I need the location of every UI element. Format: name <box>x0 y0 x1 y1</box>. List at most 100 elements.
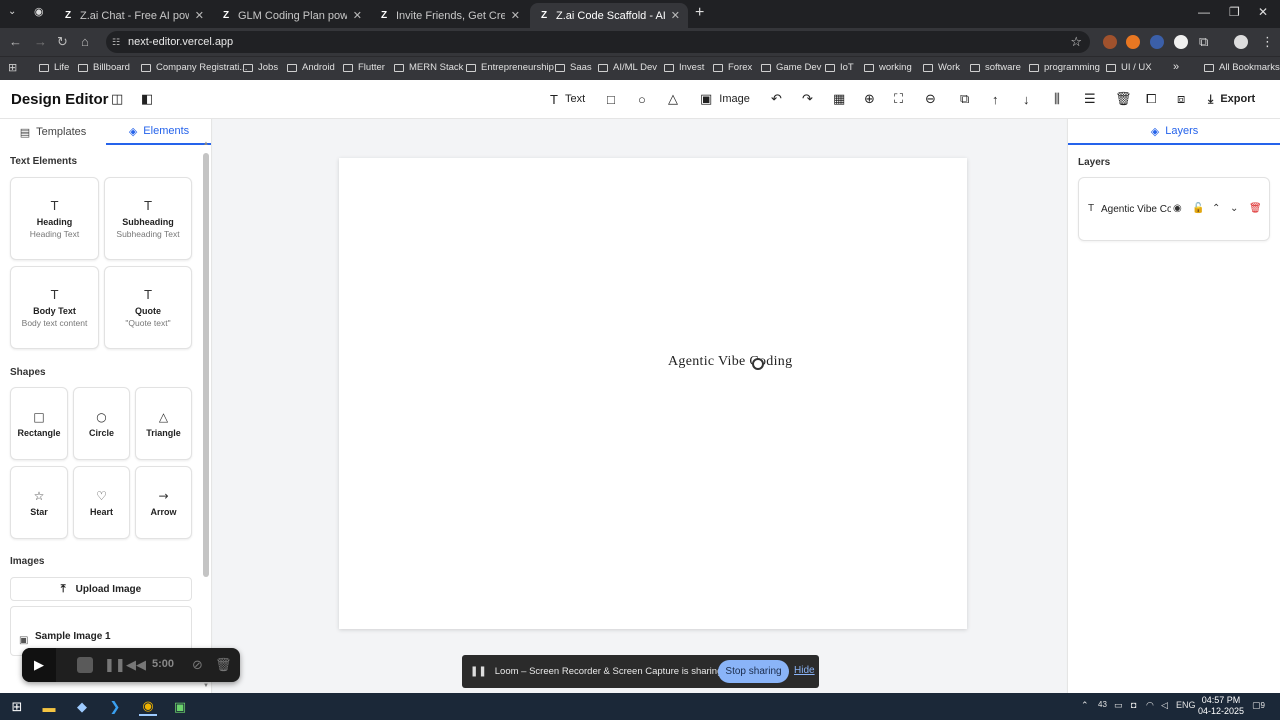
move-layer-up-icon[interactable]: ⌃ <box>1212 203 1220 214</box>
scroll-up-icon[interactable]: ▲ <box>203 141 209 147</box>
bookmark-flutter[interactable]: Flutter <box>343 62 385 73</box>
add-image-button[interactable]: ▣ Image <box>700 89 750 109</box>
app-icon[interactable]: ◆ <box>73 698 91 716</box>
volume-icon[interactable]: ◁ <box>1161 700 1168 711</box>
align-horizontal-button[interactable]: ☰ <box>1084 89 1103 109</box>
restore-icon[interactable]: ❐ <box>1229 5 1240 19</box>
circle-shape-card[interactable]: ○ Circle <box>73 387 130 460</box>
subheading-element-card[interactable]: T Subheading Subheading Text <box>104 177 192 260</box>
add-triangle-button[interactable]: △ <box>668 89 685 109</box>
bookmark-gamedev[interactable]: Game Dev <box>761 62 821 73</box>
browser-menu-icon[interactable]: ⋮ <box>1261 34 1274 50</box>
extension-white-icon[interactable] <box>1174 35 1188 49</box>
zoom-in-button[interactable]: ⊕ <box>864 89 882 109</box>
vscode-icon[interactable]: ❯ <box>106 698 124 716</box>
extension-blue-icon[interactable] <box>1150 35 1164 49</box>
move-layer-down-icon[interactable]: ⌄ <box>1230 203 1238 214</box>
grid-button[interactable]: ▦ <box>833 89 852 109</box>
tab-layers[interactable]: ◈ Layers <box>1068 119 1280 145</box>
heart-shape-card[interactable]: ♡ Heart <box>73 466 130 539</box>
toggle-right-panel-icon[interactable]: ◧ <box>141 90 153 108</box>
bookmark-life[interactable]: Life <box>39 62 69 73</box>
forward-icon[interactable]: → <box>34 34 47 49</box>
tray-overflow-icon[interactable]: ⌃ <box>1081 700 1089 711</box>
tab-templates[interactable]: ▤ Templates <box>0 119 106 145</box>
fullscreen-button[interactable]: ⛶ <box>894 89 910 109</box>
close-tab-icon[interactable]: ✕ <box>511 9 520 22</box>
reload-icon[interactable]: ↻ <box>57 34 68 50</box>
camera-icon[interactable]: ▶ <box>22 648 56 682</box>
layer-item[interactable]: T Agentic Vibe Coding ◉ 🔓 ⌃ ⌄ 🗑 <box>1078 177 1270 241</box>
chrome-icon[interactable]: ◉ <box>139 698 157 716</box>
delete-layer-icon[interactable]: 🗑 <box>1249 203 1262 214</box>
stop-sharing-button[interactable]: Stop sharing <box>718 660 789 683</box>
canvas-text-element[interactable]: Agentic Vibe Coding <box>668 354 792 370</box>
add-text-button[interactable]: T Text <box>550 89 585 109</box>
browser-tab-glm-coding[interactable]: Z GLM Coding Plan powered by ✕ <box>212 3 370 28</box>
upload-image-button[interactable]: ⤒ Upload Image <box>10 577 192 601</box>
group-button[interactable]: ⧠ <box>1146 89 1163 109</box>
file-explorer-icon[interactable]: ▬ <box>40 698 58 716</box>
rectangle-shape-card[interactable]: □ Rectangle <box>10 387 68 460</box>
send-backward-button[interactable]: ↓ <box>1023 89 1037 109</box>
close-window-icon[interactable]: ✕ <box>1258 5 1268 19</box>
language-indicator[interactable]: ENG <box>1176 700 1196 710</box>
browser-tab-invite-friends[interactable]: Z Invite Friends, Get Credits - Z.AI ✕ <box>370 3 528 28</box>
undo-button[interactable]: ↶ <box>771 89 789 109</box>
bring-forward-button[interactable]: ↑ <box>992 89 1006 109</box>
ungroup-button[interactable]: ⧈ <box>1177 89 1192 109</box>
export-button[interactable]: ⤓ Export <box>1208 88 1255 110</box>
bookmark-entrepreneurship[interactable]: Entrepreneurship <box>466 62 554 73</box>
wifi-icon[interactable]: ◠ <box>1146 700 1154 711</box>
bookmark-uiux[interactable]: UI / UX <box>1106 62 1152 73</box>
scrollbar-thumb[interactable] <box>203 153 209 577</box>
duplicate-button[interactable]: ⧉ <box>960 89 976 109</box>
bookmark-billboard[interactable]: Billboard <box>78 62 130 73</box>
tab-search-icon[interactable]: ⌄ <box>8 6 16 17</box>
redo-button[interactable]: ↷ <box>802 89 820 109</box>
pause-icon[interactable]: ❚❚ <box>104 657 126 673</box>
bookmark-star-icon[interactable]: ☆ <box>1070 34 1082 50</box>
bookmark-android[interactable]: Android <box>287 62 335 73</box>
sidebar-scrollbar[interactable]: ▲ ▼ <box>203 141 209 689</box>
bookmark-iot[interactable]: IoT <box>825 62 854 73</box>
add-rectangle-button[interactable]: □ <box>607 89 622 109</box>
tab-elements[interactable]: ◈ Elements <box>106 119 211 145</box>
extension-avatar-icon[interactable] <box>1103 35 1117 49</box>
restart-icon[interactable]: ◀◀ <box>126 657 146 673</box>
profile-avatar-icon[interactable] <box>1234 35 1248 49</box>
unlock-icon[interactable]: 🔓 <box>1192 203 1204 214</box>
bookmark-company[interactable]: Company Registrati... <box>141 62 247 73</box>
bookmark-working[interactable]: working <box>864 62 912 73</box>
terminal-icon[interactable]: ▣ <box>171 698 189 716</box>
tray-device-icon[interactable]: ▭ <box>1114 700 1123 711</box>
bookmark-programming[interactable]: programming <box>1029 62 1100 73</box>
discard-recording-icon[interactable]: 🗑 <box>215 657 232 673</box>
delete-button[interactable]: 🗑 <box>1115 89 1139 109</box>
bookmark-work[interactable]: Work <box>923 62 960 73</box>
triangle-shape-card[interactable]: △ Triangle <box>135 387 192 460</box>
browser-tab-zai-chat[interactable]: Z Z.ai Chat - Free AI powered by ✕ <box>54 3 212 28</box>
close-tab-icon[interactable]: ✕ <box>671 9 680 22</box>
apps-grid-icon[interactable]: ⊞ <box>8 61 17 74</box>
bookmark-mern[interactable]: MERN Stack <box>394 62 463 73</box>
stop-recording-button[interactable] <box>77 657 93 673</box>
all-bookmarks[interactable]: All Bookmarks <box>1204 62 1280 73</box>
tray-app-icon[interactable]: ◘ <box>1131 700 1136 710</box>
design-canvas[interactable]: Agentic Vibe Coding <box>339 158 967 629</box>
site-info-icon[interactable]: ☷ <box>112 37 120 48</box>
bookmark-invest[interactable]: Invest <box>664 62 704 73</box>
zoom-out-button[interactable]: ⊖ <box>925 89 943 109</box>
visibility-eye-icon[interactable]: ◉ <box>1173 203 1182 214</box>
bookmark-jobs[interactable]: Jobs <box>243 62 278 73</box>
home-icon[interactable]: ⌂ <box>81 34 89 49</box>
minimize-icon[interactable]: — <box>1198 5 1210 19</box>
quote-element-card[interactable]: T Quote "Quote text" <box>104 266 192 349</box>
bookmark-forex[interactable]: Forex <box>713 62 752 73</box>
more-bookmarks-icon[interactable]: » <box>1173 61 1179 73</box>
body-text-element-card[interactable]: T Body Text Body text content <box>10 266 99 349</box>
windows-start-icon[interactable]: ⊞ <box>8 698 26 716</box>
heading-element-card[interactable]: T Heading Heading Text <box>10 177 99 260</box>
toggle-left-panel-icon[interactable]: ◫ <box>111 90 123 108</box>
cancel-recording-icon[interactable]: ⊘ <box>192 657 203 673</box>
